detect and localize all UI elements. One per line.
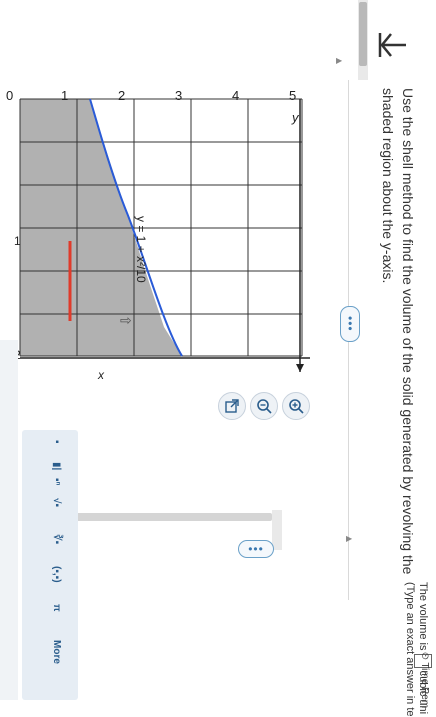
math-tool-2[interactable]: ▮| — [51, 462, 62, 470]
y-tick-5: 5 — [289, 88, 297, 103]
y-tick-3: 3 — [175, 88, 183, 103]
cursor-icon: ⇨ — [120, 312, 132, 328]
time-label: Time Rem — [419, 662, 430, 709]
external-link-icon — [225, 399, 239, 413]
scrollbar-top-thumb[interactable] — [359, 2, 367, 66]
zoom-in-icon — [289, 399, 304, 414]
zoom-in-button[interactable] — [282, 392, 310, 420]
more-options-button[interactable]: ••• — [340, 306, 360, 342]
zoom-out-button[interactable] — [250, 392, 278, 420]
scrollbar-middle[interactable] — [272, 510, 282, 550]
curve-label: y = 1 + x²/10 — [134, 216, 148, 283]
x-axis-label: x — [98, 368, 104, 382]
math-tool-6[interactable]: π — [51, 604, 62, 612]
open-external-button[interactable] — [218, 392, 246, 420]
back-arrow-button[interactable] — [376, 28, 410, 62]
math-tool-3[interactable]: √▪ — [51, 498, 62, 507]
y-axis-label: y — [292, 110, 299, 125]
math-tool-7[interactable]: More — [51, 640, 62, 664]
math-tool-5[interactable]: (▪,▪) — [51, 566, 62, 583]
question-text: Use the shell method to find the volume … — [378, 88, 418, 574]
more-dots-icon: ••• — [248, 542, 264, 556]
question-line-2: shaded region about the y-axis. — [380, 88, 396, 284]
more-options-button-2[interactable]: ••• — [238, 540, 274, 558]
x-tick-1: 1 — [14, 234, 21, 248]
y-tick-2: 2 — [118, 88, 126, 103]
scroll-right-arrow-icon[interactable]: ▶ — [346, 534, 352, 543]
y-tick-4: 4 — [232, 88, 240, 103]
math-tool-1[interactable]: ▪ⁿ — [51, 478, 62, 486]
math-toolbar — [22, 430, 78, 700]
clock-icon: ⏲ — [419, 652, 430, 663]
scroll-arrow-icon[interactable]: ▶ — [336, 56, 342, 65]
back-arrow-icon — [378, 33, 406, 57]
y-axis-arrow-icon — [296, 364, 304, 372]
graph: 5 4 3 2 1 0 y 1 2 x y = 1 + x²/10 ⇨ — [0, 86, 316, 386]
scrollbar-middle-thumb[interactable] — [72, 513, 272, 521]
math-tool-4[interactable]: ∛▪ — [51, 534, 62, 544]
question-line-1: Use the shell method to find the volume … — [400, 88, 416, 575]
graph-svg — [19, 98, 310, 372]
math-tool-0[interactable]: ▪ — [51, 440, 62, 444]
more-dots-icon: ••• — [343, 316, 357, 332]
zoom-out-icon — [257, 399, 272, 414]
answer-prefix: The volume is — [417, 582, 430, 651]
answer-hint: (Type an exact answer in te — [404, 582, 416, 717]
y-tick-1: 1 — [61, 88, 69, 103]
left-panel-edge — [0, 340, 18, 700]
y-tick-0: 0 — [6, 88, 14, 103]
